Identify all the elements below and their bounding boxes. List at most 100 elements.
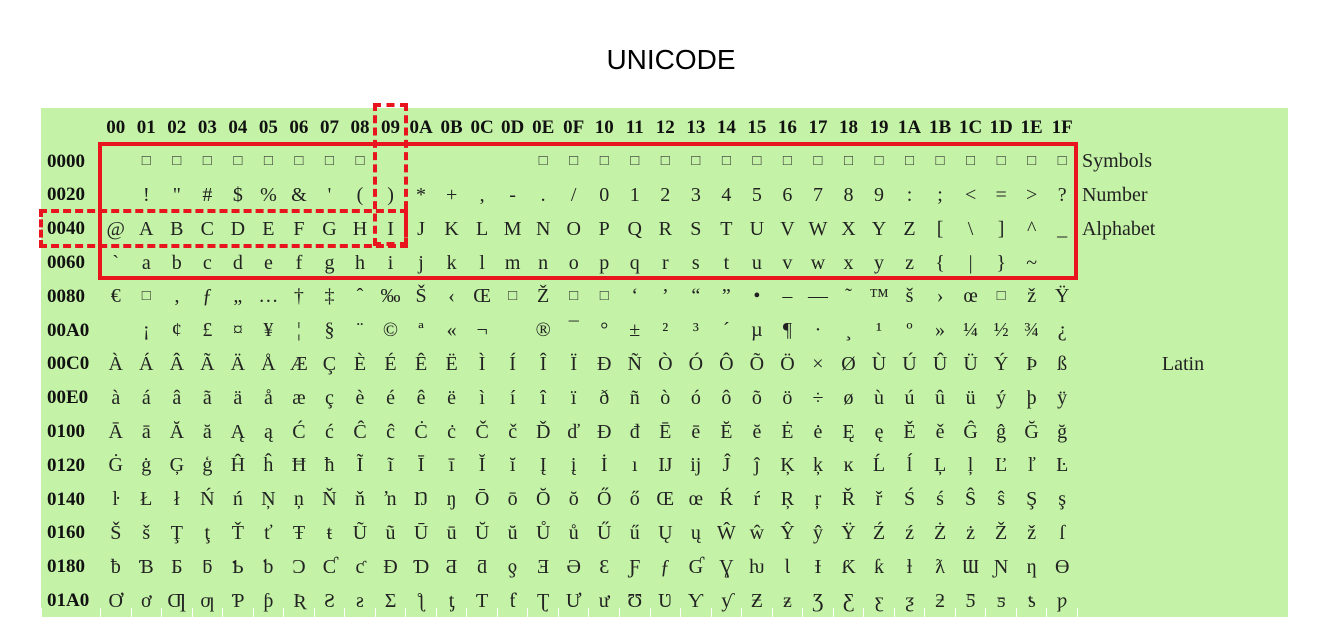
- char-cell: »: [925, 313, 955, 347]
- char-cell: ơ: [131, 584, 162, 617]
- char-cell: ~: [1016, 246, 1047, 279]
- char-cell: ð: [589, 381, 619, 415]
- char-cell: z: [894, 246, 925, 279]
- char-cell: ¶: [772, 313, 803, 347]
- category-cell: [1077, 550, 1288, 584]
- char-cell: €: [101, 280, 131, 313]
- column-header: 18: [833, 111, 864, 144]
- char-cell: □: [650, 144, 681, 178]
- char-cell: …: [253, 280, 284, 313]
- char-cell: Ò: [650, 347, 681, 381]
- char-cell: ū: [436, 516, 467, 550]
- char-cell: Ɣ: [711, 550, 742, 584]
- char-cell: J: [406, 212, 436, 246]
- char-cell: [406, 144, 436, 178]
- char-cell: □: [497, 280, 528, 313]
- char-cell: ƅ: [253, 550, 284, 584]
- char-cell: Î: [528, 347, 558, 381]
- char-cell: Ɵ: [1047, 550, 1077, 584]
- page-title: UNICODE: [606, 44, 736, 75]
- char-cell: ŷ: [803, 516, 833, 550]
- char-cell: s: [681, 246, 711, 279]
- char-cell: l: [467, 246, 497, 279]
- column-header: 0E: [528, 111, 558, 144]
- column-header: 0B: [436, 111, 467, 144]
- column-header: 1E: [1016, 111, 1047, 144]
- char-cell: Ÿ: [833, 516, 864, 550]
- char-cell: “: [681, 280, 711, 313]
- char-cell: Ƣ: [162, 584, 192, 617]
- char-cell: □: [833, 144, 864, 178]
- char-cell: Ð: [589, 347, 619, 381]
- char-cell: Ɠ: [681, 550, 711, 584]
- char-cell: Ʋ: [650, 584, 681, 617]
- char-cell: ƨ: [345, 584, 375, 617]
- char-cell: œ: [681, 482, 711, 516]
- char-cell: ƒ: [192, 280, 223, 313]
- row-header: 00E0: [42, 381, 100, 415]
- char-cell: W: [803, 212, 833, 246]
- char-cell: ŝ: [986, 482, 1016, 516]
- char-cell: Í: [497, 347, 528, 381]
- char-cell: Ŷ: [772, 516, 803, 550]
- char-cell: Ō: [467, 482, 497, 516]
- char-cell: ĳ: [681, 449, 711, 482]
- char-cell: &: [284, 178, 314, 212]
- char-cell: Ũ: [345, 516, 375, 550]
- char-cell: ¦: [284, 313, 314, 347]
- char-cell: ƚ: [894, 550, 925, 584]
- char-cell: □: [711, 144, 742, 178]
- char-cell: ‹: [436, 280, 467, 313]
- column-header: 1F: [1047, 111, 1077, 144]
- char-cell: Ļ: [925, 449, 955, 482]
- char-cell: □: [925, 144, 955, 178]
- char-cell: >: [1016, 178, 1047, 212]
- category-label-alphabet: Alphabet: [1077, 212, 1288, 246]
- char-cell: Ƒ: [620, 550, 650, 584]
- char-cell: □: [986, 280, 1016, 313]
- char-cell: ¸: [833, 313, 864, 347]
- char-cell: Ş: [1016, 482, 1047, 516]
- char-cell: ƽ: [986, 584, 1016, 617]
- char-cell: æ: [284, 381, 314, 415]
- char-cell: U: [742, 212, 772, 246]
- char-cell: ě: [925, 415, 955, 448]
- char-cell: □: [589, 280, 619, 313]
- char-cell: Ľ: [986, 449, 1016, 482]
- char-cell: ƕ: [742, 550, 772, 584]
- char-cell: ì: [467, 381, 497, 415]
- char-cell: í: [497, 381, 528, 415]
- column-header: 04: [223, 111, 253, 144]
- char-cell: [101, 313, 131, 347]
- column-header: 0C: [467, 111, 497, 144]
- char-cell: ī: [436, 449, 467, 482]
- char-cell: m: [497, 246, 528, 279]
- row-header: 0040: [42, 212, 100, 246]
- char-cell: Š: [406, 280, 436, 313]
- char-cell: ŕ: [742, 482, 772, 516]
- char-cell: ƻ: [925, 584, 955, 617]
- char-cell: Ï: [558, 347, 589, 381]
- char-cell: +: [436, 178, 467, 212]
- corner-cell: [42, 111, 100, 144]
- char-cell: ¢: [162, 313, 192, 347]
- char-cell: ¬: [467, 313, 497, 347]
- char-cell: N: [528, 212, 558, 246]
- char-cell: f: [284, 246, 314, 279]
- char-cell: [436, 144, 467, 178]
- char-cell: Ŝ: [955, 482, 986, 516]
- char-cell: ›: [925, 280, 955, 313]
- char-cell: Ÿ: [1047, 280, 1077, 313]
- char-cell: Ʀ: [284, 584, 314, 617]
- char-cell: ď: [558, 415, 589, 448]
- char-cell: g: [314, 246, 345, 279]
- char-cell: □: [864, 144, 894, 178]
- char-cell: Ŵ: [711, 516, 742, 550]
- char-cell: Ě: [894, 415, 925, 448]
- category-cell: [1077, 449, 1288, 482]
- char-cell: K: [436, 212, 467, 246]
- char-cell: ā: [131, 415, 162, 448]
- char-cell: Œ: [467, 280, 497, 313]
- char-cell: ‡: [314, 280, 345, 313]
- char-cell: ł: [162, 482, 192, 516]
